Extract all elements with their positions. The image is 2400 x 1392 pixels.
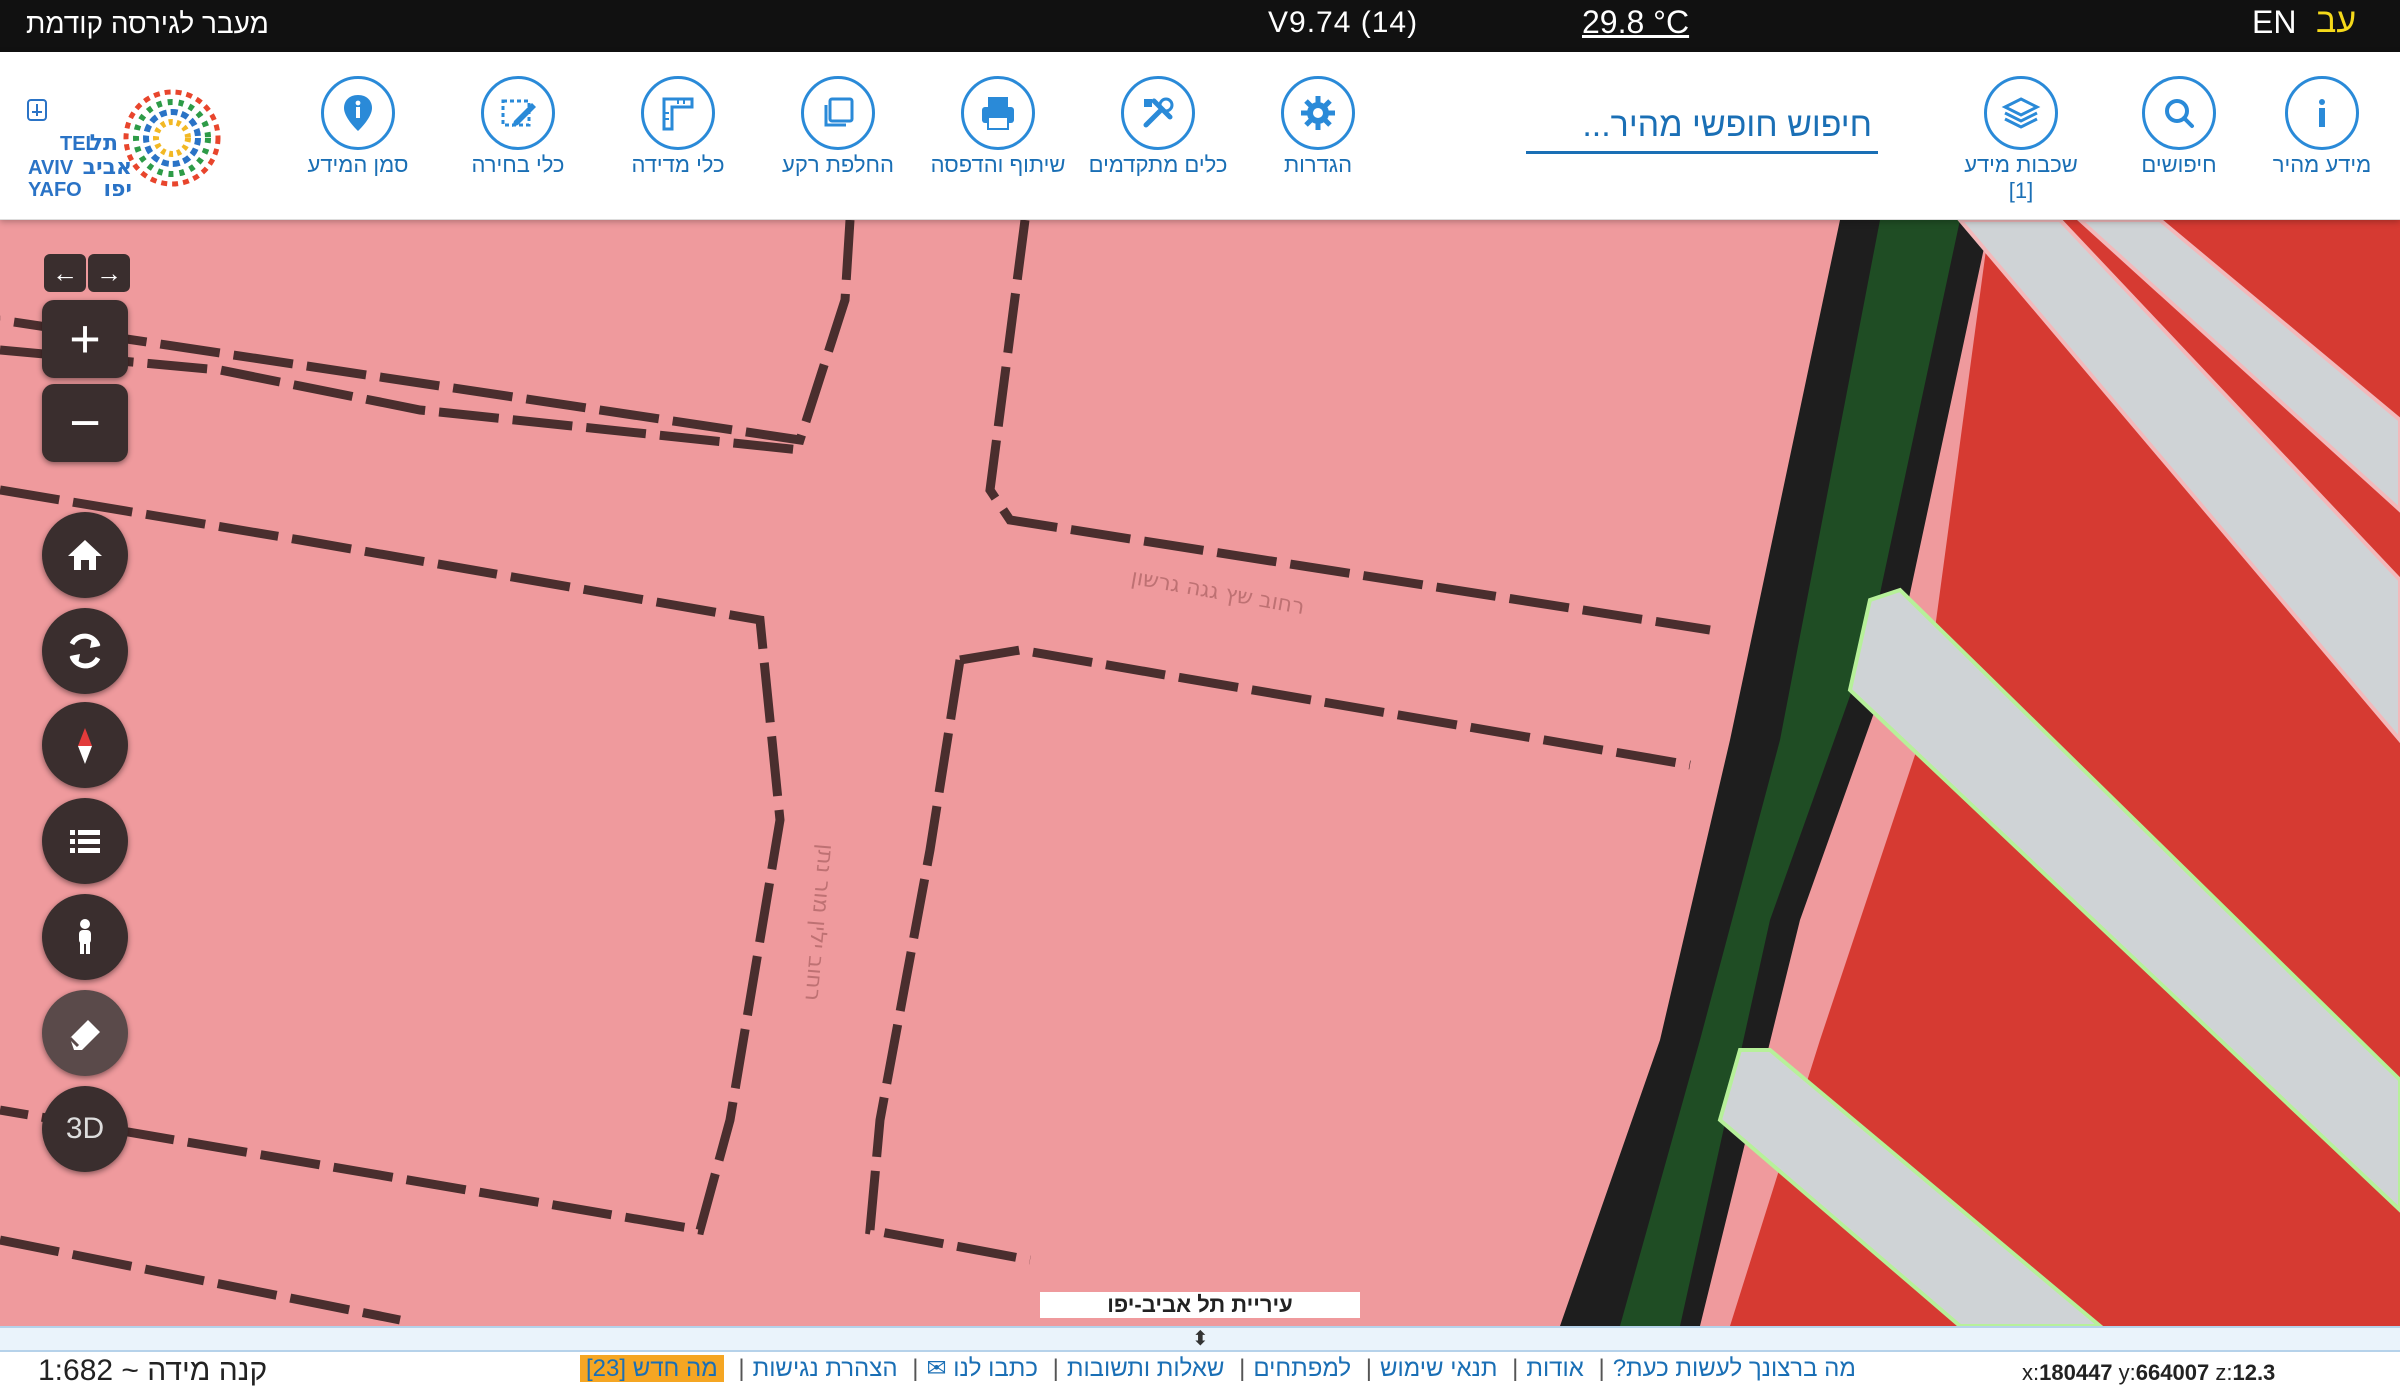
previous-version-link[interactable]: מעבר לגירסה קודמת	[26, 8, 269, 40]
temperature-link[interactable]: 29.8 °C	[1582, 4, 1689, 41]
tool-label: שכבות מידע	[1964, 152, 2078, 177]
tool-share-print[interactable]: שיתוף והדפסה	[923, 76, 1073, 178]
tool-sublabel: [1]	[2008, 178, 2034, 203]
language-en-button[interactable]: EN	[2252, 4, 2296, 41]
search-icon	[2165, 99, 2194, 128]
map-view[interactable]: רחוב שץ גגה גרשון רחוב ילין מור נתן ← → …	[0, 220, 2400, 1326]
tool-label: כלי בחירה	[471, 152, 565, 177]
coord-x: 180447	[2039, 1360, 2113, 1385]
tool-info-layers[interactable]: שכבות מידע [1]	[1946, 76, 2096, 204]
version-label: V9.74 (14)	[1268, 6, 1419, 39]
copy-icon	[824, 97, 854, 127]
boundary-line	[0, 1235, 401, 1325]
tool-advanced[interactable]: כלים מתקדמים	[1083, 76, 1233, 178]
tool-quick-info[interactable]: מידע מהיר	[2247, 76, 2397, 178]
footer-links: מה ברצונך לעשות כעת?| אודות| תנאי שימוש|…	[580, 1354, 1856, 1383]
free-search-input[interactable]	[1526, 100, 1878, 154]
layers-icon	[2001, 97, 2041, 129]
select-edit-icon	[501, 99, 536, 127]
boundary-line	[985, 220, 1711, 635]
person-icon	[79, 919, 91, 954]
boundary-line	[865, 659, 1031, 1265]
ruler-icon	[662, 97, 694, 131]
tool-label: סמן המידע	[307, 152, 409, 177]
tool-label: שיתוף והדפסה	[930, 152, 1066, 177]
home-icon	[68, 540, 102, 570]
logo-graphic	[123, 89, 221, 187]
gear-icon	[1301, 96, 1335, 130]
logo-emblem	[27, 99, 47, 121]
forward-button[interactable]: →	[88, 254, 130, 292]
tool-info-marker[interactable]: סמן המידע	[283, 76, 433, 178]
eraser-button[interactable]	[42, 990, 128, 1076]
panel-splitter[interactable]: ⬍	[0, 1326, 2400, 1352]
tel-aviv-logo[interactable]: TEL AVIV YAFO תל אביב יפו	[20, 76, 250, 206]
main-toolbar: TEL AVIV YAFO תל אביב יפו סמן המידע כלי …	[0, 52, 2400, 220]
logo-aviv: AVIV	[28, 157, 74, 179]
tool-label: כלי מדידה	[631, 152, 725, 177]
tool-label: מידע מהיר	[2272, 152, 2372, 177]
footer-link-contact[interactable]: כתבו לנו ✉	[926, 1355, 1038, 1382]
zoom-out-button[interactable]: −	[42, 384, 128, 462]
coord-y: 664007	[2135, 1360, 2210, 1385]
footer-link-about[interactable]: אודות	[1526, 1355, 1583, 1382]
tool-settings[interactable]: הגדרות	[1243, 76, 1393, 178]
back-button[interactable]: ←	[44, 254, 86, 292]
map-scale: קנה מידה ~ 1:682	[38, 1354, 268, 1387]
top-bar: מעבר לגירסה קודמת V9.74 (14) 29.8 °C EN …	[0, 0, 2400, 52]
logo-yafo-he: יפו	[104, 177, 133, 202]
map-pin-info-icon	[344, 95, 372, 131]
3d-button[interactable]: 3D	[42, 1086, 128, 1172]
tool-label: חיפושים	[2141, 152, 2217, 177]
tool-selection[interactable]: כלי בחירה	[443, 76, 593, 178]
footer-link-accessibility[interactable]: הצהרת נגישות	[753, 1355, 898, 1382]
tool-searches[interactable]: חיפושים	[2104, 76, 2254, 178]
list-icon	[70, 830, 100, 853]
coordinates-readout: x:180447 y:664007 z:12.3	[2022, 1360, 2276, 1385]
refresh-icon	[69, 633, 101, 669]
footer-link-what-to-do[interactable]: מה ברצונך לעשות כעת?	[1613, 1355, 1856, 1382]
legend-list-button[interactable]	[42, 798, 128, 884]
tool-label: הגדרות	[1283, 152, 1353, 177]
zoom-in-button[interactable]: +	[42, 300, 128, 378]
tool-measure[interactable]: כלי מדידה	[603, 76, 753, 178]
home-button[interactable]	[42, 512, 128, 598]
tool-change-background[interactable]: החלפת רקע	[763, 76, 913, 178]
street-view-button[interactable]	[42, 894, 128, 980]
compass-button[interactable]	[42, 702, 128, 788]
tools-icon	[1143, 97, 1174, 128]
logo-yafo: YAFO	[28, 179, 82, 201]
splitter-grip-icon[interactable]: ⬍	[1192, 1326, 1209, 1351]
coord-z: 12.3	[2232, 1360, 2276, 1385]
eraser-icon	[68, 1020, 100, 1050]
tool-label: החלפת רקע	[782, 152, 894, 177]
logo-tel-he: תל	[90, 131, 118, 156]
footer-link-terms[interactable]: תנאי שימוש	[1380, 1355, 1497, 1382]
info-icon	[2319, 99, 2325, 127]
whats-new-badge[interactable]: מה חדש [23]	[580, 1355, 724, 1382]
refresh-button[interactable]	[42, 608, 128, 694]
tool-label: כלים מתקדמים	[1088, 152, 1228, 177]
map-attribution: עיריית תל אביב-יפו	[1040, 1292, 1360, 1318]
compass-icon	[78, 728, 92, 764]
boundary-line	[959, 645, 1691, 770]
footer-link-faq[interactable]: שאלות ותשובות	[1067, 1355, 1225, 1382]
footer-link-developers[interactable]: למפתחים	[1253, 1355, 1351, 1382]
language-he-button[interactable]: עב	[2316, 2, 2356, 41]
footer-bar: קנה מידה ~ 1:682 מה ברצונך לעשות כעת?| א…	[0, 1352, 2400, 1392]
printer-icon	[982, 97, 1014, 130]
map-canvas[interactable]	[0, 220, 2400, 1326]
